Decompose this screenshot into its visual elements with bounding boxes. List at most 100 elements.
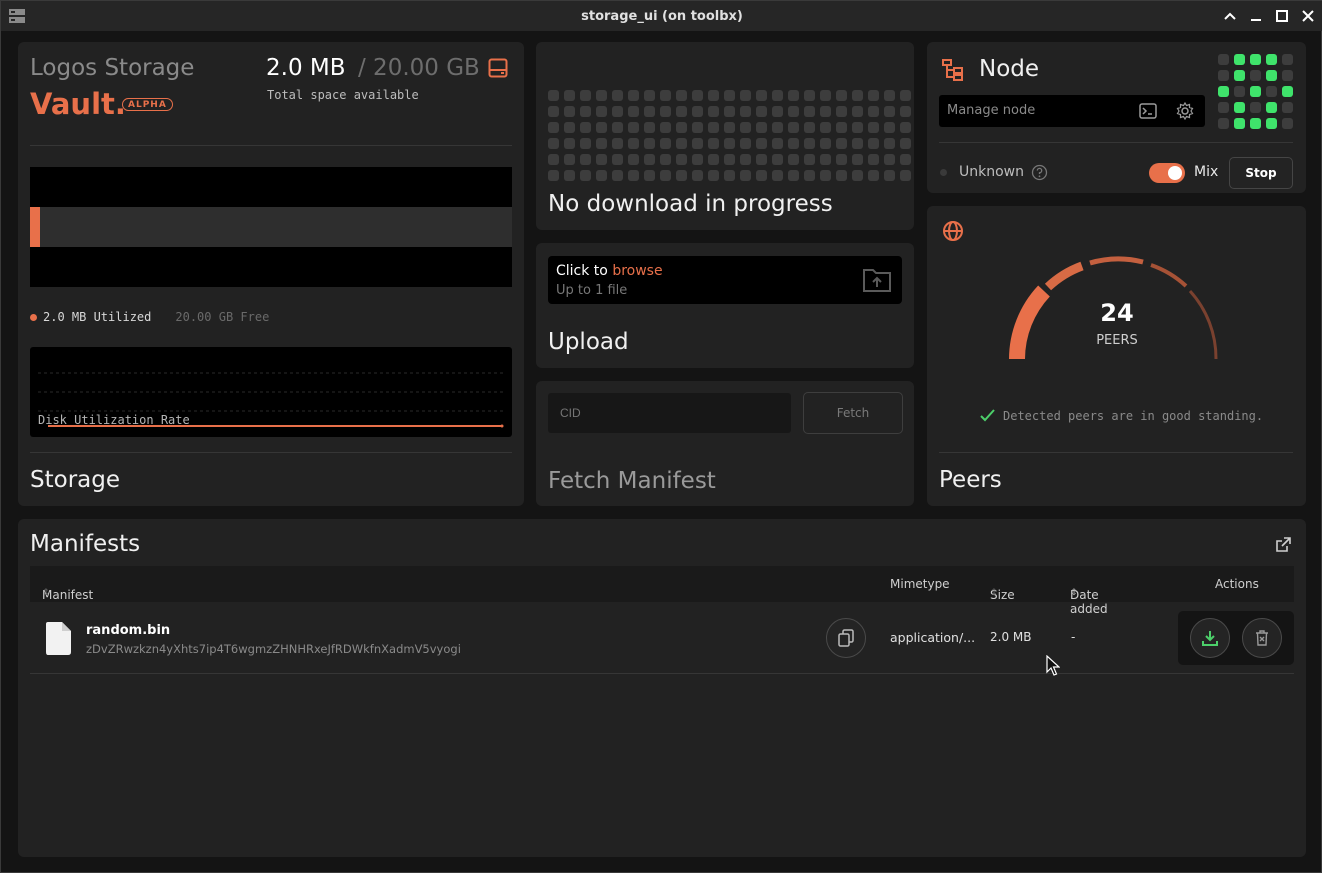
- node-led: [1282, 102, 1293, 113]
- download-slot: [804, 154, 815, 165]
- cid-input[interactable]: [548, 393, 791, 433]
- download-slot: [676, 122, 687, 133]
- node-led: [1266, 102, 1277, 113]
- download-slot: [724, 106, 735, 117]
- download-slot: [548, 90, 559, 101]
- download-slot: [612, 170, 623, 181]
- download-slot: [628, 154, 639, 165]
- download-slot: [884, 170, 895, 181]
- storage-bar-fill: [30, 207, 40, 247]
- download-slot: [820, 170, 831, 181]
- download-slot: [612, 106, 623, 117]
- download-slot: [660, 170, 671, 181]
- alpha-badge: ALPHA: [122, 98, 173, 111]
- manage-node-input[interactable]: Manage node: [939, 95, 1205, 127]
- node-activity-grid: [1218, 54, 1293, 129]
- node-led: [1234, 86, 1245, 97]
- storage-bar: [30, 167, 512, 287]
- download-slot: [644, 106, 655, 117]
- chevron-up-icon[interactable]: [1221, 6, 1239, 26]
- manifest-date: -: [1071, 630, 1076, 644]
- download-slot: [772, 154, 783, 165]
- copy-button[interactable]: [826, 618, 866, 658]
- download-slot: [740, 106, 751, 117]
- download-slot: [596, 154, 607, 165]
- download-slot: [788, 122, 799, 133]
- help-icon[interactable]: [1031, 164, 1048, 181]
- sort-icon: ⇕: [42, 588, 50, 598]
- download-slot: [740, 122, 751, 133]
- download-slot: [564, 122, 575, 133]
- node-led: [1266, 54, 1277, 65]
- download-button[interactable]: [1190, 618, 1230, 658]
- upload-limit: Up to 1 file: [556, 283, 628, 298]
- manifest-mimetype: application/...: [890, 630, 976, 645]
- download-slot: [644, 170, 655, 181]
- download-slot: [628, 170, 639, 181]
- download-slot: [708, 106, 719, 117]
- download-slot: [820, 154, 831, 165]
- app-window: storage_ui (on toolbx) Logos Storage Vau…: [0, 0, 1322, 873]
- download-slot: [756, 90, 767, 101]
- minimize-button[interactable]: [1247, 6, 1265, 26]
- download-card: No download in progress: [536, 42, 914, 230]
- file-icon: [46, 622, 71, 655]
- download-slot: [756, 170, 767, 181]
- download-slot: [612, 138, 623, 149]
- close-button[interactable]: [1299, 6, 1317, 26]
- download-slot: [836, 138, 847, 149]
- fetch-title: Fetch Manifest: [548, 468, 716, 494]
- space-used: 2.0 MB: [266, 55, 346, 81]
- download-slot: [580, 90, 591, 101]
- delete-button[interactable]: [1242, 618, 1282, 658]
- download-slot: [548, 138, 559, 149]
- download-slot: [788, 154, 799, 165]
- download-slot: [868, 170, 879, 181]
- download-slot: [708, 170, 719, 181]
- brand-name: Logos Storage: [30, 55, 195, 81]
- table-row: random.bin zDvZRwzkzn4yXhts7ip4T6wgmzZHN…: [30, 602, 1294, 674]
- download-slot: [852, 90, 863, 101]
- download-slot: [820, 122, 831, 133]
- download-slot: [548, 170, 559, 181]
- download-slot: [676, 138, 687, 149]
- download-slot: [884, 122, 895, 133]
- download-slot: [580, 106, 591, 117]
- download-slot: [644, 154, 655, 165]
- storage-card: Logos Storage Vault. ALPHA 2.0 MB / 20.0…: [18, 42, 524, 506]
- download-slot: [852, 154, 863, 165]
- download-slot: [676, 170, 687, 181]
- download-slot: [708, 122, 719, 133]
- node-led: [1218, 118, 1229, 129]
- divider: [939, 452, 1293, 453]
- terminal-icon[interactable]: [1139, 102, 1157, 120]
- download-slot: [788, 106, 799, 117]
- fetch-button[interactable]: Fetch: [803, 392, 903, 434]
- download-slot: [836, 106, 847, 117]
- download-slot: [692, 138, 703, 149]
- download-slot: [820, 138, 831, 149]
- node-led: [1266, 118, 1277, 129]
- download-slot: [692, 154, 703, 165]
- status-dot: [940, 169, 947, 176]
- mix-toggle[interactable]: [1149, 163, 1185, 183]
- node-led: [1234, 54, 1245, 65]
- node-led: [1282, 118, 1293, 129]
- download-slot: [564, 154, 575, 165]
- upload-title: Upload: [548, 329, 629, 355]
- download-slot: [660, 122, 671, 133]
- download-slot: [900, 106, 911, 117]
- gear-icon[interactable]: [1176, 102, 1194, 120]
- node-status: Unknown: [959, 164, 1024, 180]
- column-actions: Actions: [1215, 577, 1259, 591]
- peer-count: 24: [1100, 299, 1134, 327]
- stop-button[interactable]: Stop: [1229, 157, 1293, 189]
- browse-link[interactable]: browse: [612, 263, 662, 279]
- download-slot: [836, 154, 847, 165]
- upload-dropzone[interactable]: Click to browse Up to 1 file: [548, 256, 902, 304]
- external-link-icon[interactable]: [1275, 536, 1292, 553]
- download-slot: [564, 138, 575, 149]
- globe-icon: [943, 221, 963, 241]
- maximize-button[interactable]: [1273, 6, 1291, 26]
- download-slot: [868, 138, 879, 149]
